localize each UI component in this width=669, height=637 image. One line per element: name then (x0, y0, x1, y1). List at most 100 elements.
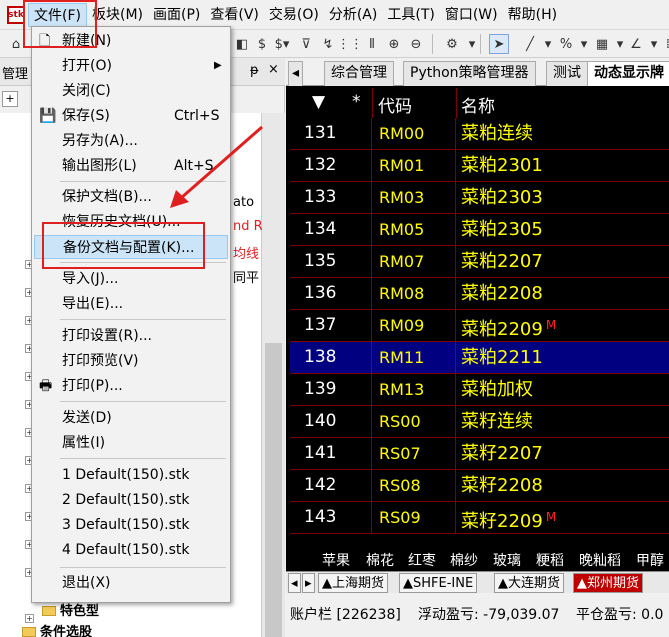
dollar-icon[interactable]: $ (252, 34, 272, 54)
angle-icon[interactable]: ∠ (626, 34, 646, 54)
menu-screen[interactable]: 画面(P) (148, 3, 205, 27)
columns-icon[interactable]: ⫴ (362, 34, 382, 54)
table-row[interactable]: 133 RM03 菜粕2303 (290, 182, 669, 214)
tab-general-manager[interactable]: 综合管理 (324, 61, 394, 86)
tab-scroll-left[interactable]: ◂ (288, 61, 304, 86)
menu-trade[interactable]: 交易(O) (264, 3, 324, 27)
contract-code: RM03 (372, 182, 456, 214)
market-tab-dalian[interactable]: ▲大连期货 (494, 573, 564, 593)
contract-code: RM01 (372, 150, 456, 182)
category-item[interactable]: 棉纱 (450, 550, 478, 570)
bar-chart-icon[interactable]: ⋮⋮ (337, 34, 363, 54)
contract-code: RM00 (372, 118, 456, 150)
contract-name-text: 菜粕2211 (461, 347, 543, 368)
table-row[interactable]: 131 RM00 菜粕连续 (290, 118, 669, 150)
table-row[interactable]: 132 RM01 菜粕2301 (290, 150, 669, 182)
table-row[interactable]: 143 RS09 菜籽2209 M (290, 502, 669, 534)
category-item[interactable]: 棉花 (366, 550, 394, 570)
table-row[interactable]: 134 RM05 菜粕2305 (290, 214, 669, 246)
chevron-down-icon[interactable]: ▾ (574, 34, 594, 54)
tab-test[interactable]: 测试 (546, 61, 588, 86)
table-row[interactable]: 137 RM09 菜粕2209 M (290, 310, 669, 342)
menu-item-print-setup[interactable]: 打印设置(R)... (34, 324, 228, 348)
table-row[interactable]: 142 RS08 菜籽2208 (290, 470, 669, 502)
category-item[interactable]: 甲醇 (636, 550, 664, 570)
menu-view[interactable]: 查看(V) (205, 3, 264, 27)
menu-item-recent-3[interactable]: 3 Default(150).stk (34, 513, 228, 537)
row-number: 136 (290, 278, 372, 310)
menu-item-shortcut: Ctrl+S (174, 108, 220, 124)
menu-item-send[interactable]: 发送(D) (34, 406, 228, 430)
menu-item-recent-4[interactable]: 4 Default(150).stk (34, 538, 228, 562)
grid-icon[interactable]: ◧ (232, 34, 252, 54)
menu-item-save[interactable]: 💾 保存(S) Ctrl+S (34, 104, 228, 128)
menu-item-close[interactable]: 关闭(C) (34, 79, 228, 103)
menu-item-label: 导出(E)... (62, 296, 124, 312)
menu-item-export-image[interactable]: 输出图形(L) Alt+S (34, 154, 228, 178)
menu-item-import[interactable]: 导入(J)... (34, 267, 228, 291)
table-row[interactable]: 135 RM07 菜粕2207 (290, 246, 669, 278)
contract-name-text: 菜粕2207 (461, 251, 543, 272)
contract-code: RM07 (372, 246, 456, 278)
menu-item-label: 导入(J)... (62, 271, 119, 287)
code-column-header[interactable]: 代码 (378, 92, 412, 117)
more-icon[interactable]: ⁞ (658, 34, 669, 54)
menu-item-save-as[interactable]: 另存为(A)... (34, 129, 228, 153)
main-contract-marker: M (545, 510, 557, 524)
category-item[interactable]: 红枣 (408, 550, 436, 570)
menu-window[interactable]: 窗口(W) (440, 3, 503, 27)
manager-scrollbar[interactable] (262, 113, 285, 637)
star-column-header[interactable]: * (352, 92, 361, 112)
scroll-left-icon[interactable]: ◂ (288, 573, 301, 593)
menu-tools[interactable]: 工具(T) (382, 3, 439, 27)
menu-item-recent-2[interactable]: 2 Default(150).stk (34, 488, 228, 512)
dollar-chevron-icon[interactable]: $▾ (272, 34, 292, 54)
category-item[interactable]: 苹果 (322, 550, 350, 570)
chevron-down-icon[interactable]: ▾ (462, 34, 482, 54)
category-item[interactable]: 粳稻 (536, 550, 564, 570)
menu-item-protect-doc[interactable]: 保护文档(B)... (34, 185, 228, 209)
scroll-right-icon[interactable]: ▸ (302, 573, 315, 593)
market-tabs: ◂ ▸ ▲上海期货 ▲SHFE-INE ▲大连期货 ▲郑州期货 (286, 571, 669, 593)
sort-indicator[interactable]: ▼ (312, 92, 325, 112)
menu-item-properties[interactable]: 属性(I) (34, 431, 228, 455)
menu-analysis[interactable]: 分析(A) (324, 3, 383, 27)
table-row[interactable]: 141 RS07 菜籽2207 (290, 438, 669, 470)
trend-icon[interactable]: ↯ (318, 34, 338, 54)
tab-python-strategy[interactable]: Python策略管理器 (403, 61, 536, 86)
category-item[interactable]: 玻璃 (493, 550, 521, 570)
zoom-out-icon[interactable]: ⊖ (406, 34, 426, 54)
close-icon[interactable]: × (268, 62, 279, 77)
market-tab-shfe-ine[interactable]: ▲SHFE-INE (399, 573, 478, 593)
tab-dynamic-board[interactable]: 动态显示牌 (587, 61, 669, 86)
pin-icon[interactable]: ᵽ (250, 63, 259, 78)
table-row[interactable]: 138 RM11 菜粕2211 (290, 342, 669, 374)
expand-all-icon[interactable]: + (2, 91, 18, 107)
table-row[interactable]: 140 RS00 菜籽连续 (290, 406, 669, 438)
percent-icon[interactable]: % (556, 34, 576, 54)
cursor-icon[interactable]: ➤ (489, 34, 509, 54)
menu-item-recent-1[interactable]: 1 Default(150).stk (34, 463, 228, 487)
category-bar: 苹果 棉花 红枣 棉纱 玻璃 粳稻 晚籼稻 甲醇 (286, 547, 669, 571)
menu-item-open[interactable]: 打开(O) ▶ (34, 54, 228, 78)
line-icon[interactable]: ╱ (520, 34, 540, 54)
tree-item-condition[interactable]: 条件选股 (22, 621, 92, 637)
scrollbar-thumb[interactable] (265, 343, 282, 637)
menu-item-exit[interactable]: 退出(X) (34, 571, 228, 595)
zoom-in-icon[interactable]: ⊕ (384, 34, 404, 54)
filter-icon[interactable]: ⊽ (296, 34, 316, 54)
market-tab-shanghai[interactable]: ▲上海期货 (318, 573, 388, 593)
menu-item-print-preview[interactable]: 打印预览(V) (34, 349, 228, 373)
category-item[interactable]: 晚籼稻 (579, 550, 621, 570)
gear-icon[interactable]: ⚙ (442, 34, 462, 54)
market-tab-zhengzhou[interactable]: ▲郑州期货 (573, 573, 643, 593)
menu-help[interactable]: 帮助(H) (503, 3, 562, 27)
menu-item-export[interactable]: 导出(E)... (34, 292, 228, 316)
name-column-header[interactable]: 名称 (461, 92, 495, 117)
table-icon[interactable]: ▦ (592, 34, 612, 54)
table-row[interactable]: 139 RM13 菜粕加权 (290, 374, 669, 406)
menu-item-print[interactable]: 🖶 打印(P)... (34, 374, 228, 398)
contract-name: 菜粕2305 (456, 214, 543, 246)
table-row[interactable]: 136 RM08 菜粕2208 (290, 278, 669, 310)
chevron-down-icon[interactable]: ▾ (538, 34, 558, 54)
